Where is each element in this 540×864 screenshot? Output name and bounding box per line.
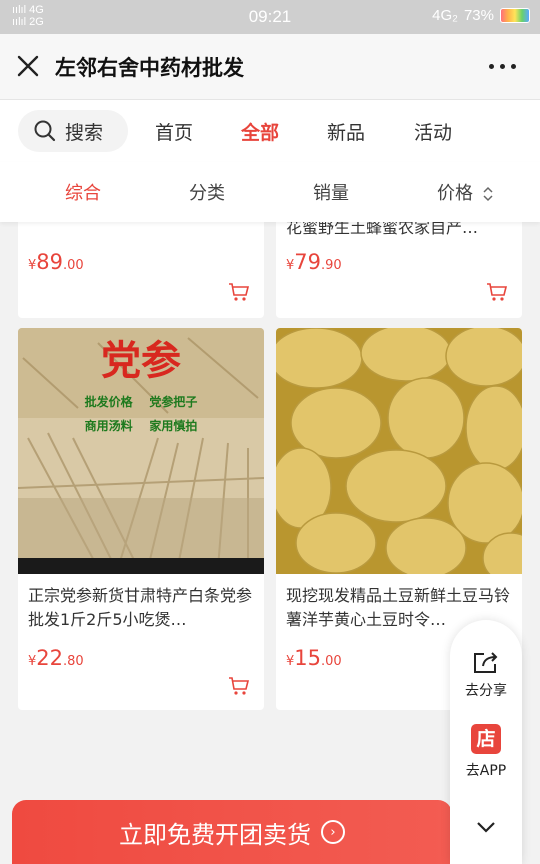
battery-percent: 73%	[463, 7, 494, 24]
sort-general[interactable]: 综合	[65, 179, 101, 205]
sort-bar: 综合 分类 销量 价格	[0, 162, 540, 222]
product-image-potatoes	[276, 328, 522, 574]
share-label: 去分享	[465, 683, 507, 699]
image-title-text: 党参	[101, 337, 181, 384]
product-price: ¥15.00	[286, 646, 342, 670]
cart-icon[interactable]	[228, 282, 250, 302]
sort-updown-icon	[483, 186, 493, 202]
tab-new[interactable]: 新品	[327, 118, 365, 145]
store-icon: 店	[471, 724, 501, 754]
more-menu-icon[interactable]	[489, 64, 516, 69]
sort-sales[interactable]: 销量	[313, 179, 349, 205]
product-price: ¥79.90	[286, 250, 342, 274]
product-image-dangshen: 党参 批发价格 党参把子 商用汤料 家用慎拍	[18, 328, 264, 574]
floating-action-bar: 去分享 店 去APP	[450, 620, 522, 864]
cart-icon[interactable]	[228, 676, 250, 696]
start-group-sale-button[interactable]: 立即免费开团卖货 ›	[12, 800, 452, 864]
tab-home[interactable]: 首页	[155, 118, 193, 145]
network-label: 4G₂	[432, 7, 458, 24]
image-subtitle-2: 商用汤料 家用慎拍	[85, 418, 198, 433]
tab-all[interactable]: 全部	[241, 118, 279, 145]
sort-price[interactable]: 价格	[437, 179, 493, 205]
page-title: 左邻右舍中药材批发	[55, 56, 244, 80]
app-label: 去APP	[465, 763, 507, 779]
chevron-down-icon[interactable]	[476, 820, 496, 834]
product-title: 正宗党参新货甘肃特产白条党参批发1斤2斤5小吃煲…	[28, 586, 253, 629]
battery-icon	[500, 8, 530, 23]
share-icon	[474, 652, 498, 673]
shop-tabs: 搜索 首页 全部 新品 活动	[0, 100, 540, 162]
product-price: ¥89.00	[28, 250, 84, 274]
status-bar: ıılıl 4G ıılıl 2G 09:21 4G₂ 73%	[0, 0, 540, 34]
cta-label: 立即免费开团卖货	[119, 820, 311, 849]
tab-events[interactable]: 活动	[414, 118, 452, 145]
product-card[interactable]: 花蜜野生土蜂蜜农家自产… ¥79.90	[276, 210, 522, 318]
status-right: 4G₂ 73%	[432, 7, 530, 24]
product-card[interactable]: 党参 批发价格 党参把子 商用汤料 家用慎拍 正宗党参新货甘肃特产白条党参批发1…	[18, 328, 264, 710]
product-price: ¥22.80	[28, 646, 84, 670]
product-card[interactable]: ¥89.00	[18, 210, 264, 318]
search-icon	[34, 120, 56, 142]
nav-bar: 左邻右舍中药材批发	[0, 34, 540, 100]
close-icon[interactable]	[16, 54, 40, 78]
sort-price-label: 价格	[437, 183, 473, 204]
chevron-right-icon: ›	[321, 820, 345, 844]
cart-icon[interactable]	[486, 282, 508, 302]
open-app-button[interactable]: 店 去APP	[450, 724, 522, 780]
search-label: 搜索	[65, 121, 104, 144]
sort-category[interactable]: 分类	[189, 179, 225, 205]
search-button[interactable]: 搜索	[18, 110, 128, 152]
share-button[interactable]: 去分享	[450, 650, 522, 700]
image-subtitle-1: 批发价格 党参把子	[85, 394, 198, 409]
